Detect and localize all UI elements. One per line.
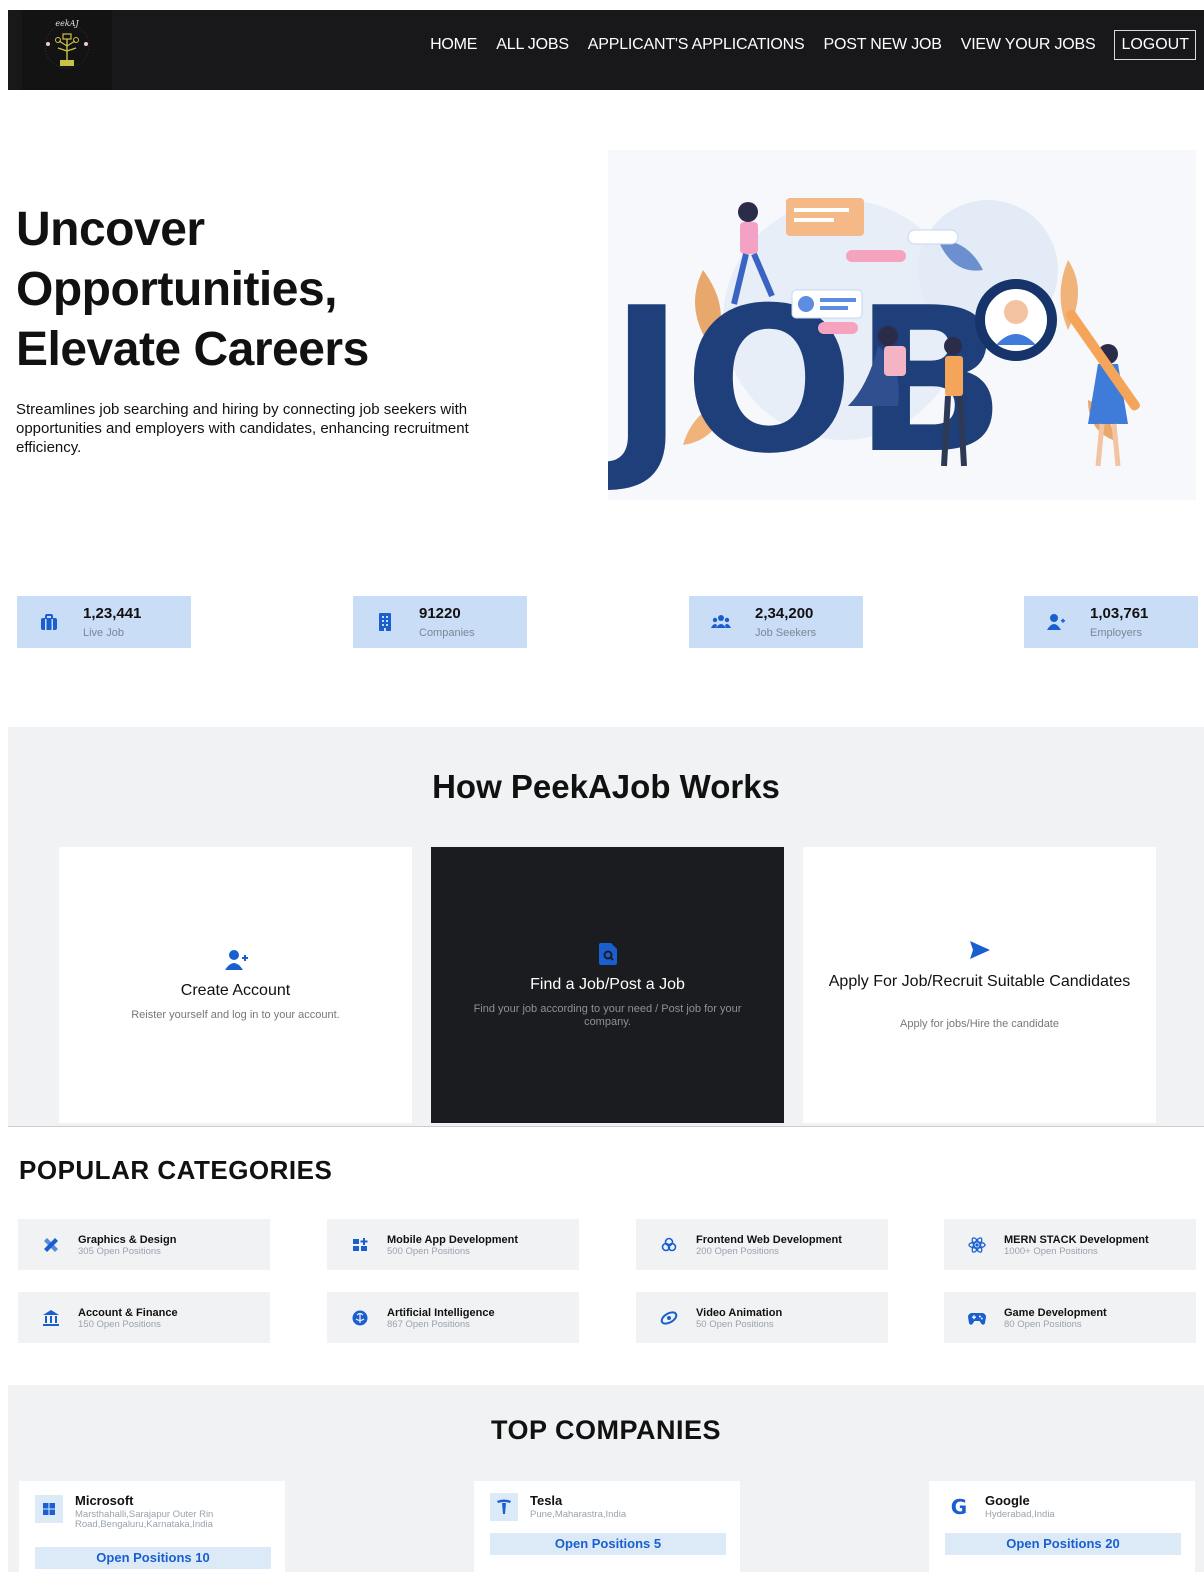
category-frontend-web[interactable]: Frontend Web Development 200 Open Positi… xyxy=(636,1219,888,1270)
category-game-development[interactable]: Game Development 80 Open Positions xyxy=(944,1292,1196,1343)
stat-value: 91220 xyxy=(419,605,461,622)
company-name: Microsoft xyxy=(75,1493,134,1508)
svg-text:eekAJ: eekAJ xyxy=(55,19,79,28)
company-location: Hyderabad,India xyxy=(985,1509,1055,1520)
company-card-google[interactable]: G Google Hyderabad,India Open Positions … xyxy=(929,1481,1195,1572)
nav-view-your-jobs[interactable]: VIEW YOUR JOBS xyxy=(961,36,1096,54)
company-card-tesla[interactable]: Tesla Pune,Maharastra,India Open Positio… xyxy=(474,1481,740,1572)
hero-title-line: Opportunities, xyxy=(16,263,337,316)
stat-label: Job Seekers xyxy=(755,627,817,639)
category-count: 150 Open Positions xyxy=(78,1319,161,1330)
stat-value: 1,03,761 xyxy=(1090,605,1149,622)
stat-employers: 1,03,761 Employers xyxy=(1024,596,1198,648)
stat-label: Live Job xyxy=(83,627,124,639)
stat-companies: 91220 Companies xyxy=(353,596,527,648)
microsoft-icon xyxy=(35,1495,63,1523)
category-count: 1000+ Open Positions xyxy=(1004,1246,1098,1257)
category-video-animation[interactable]: Video Animation 50 Open Positions xyxy=(636,1292,888,1343)
tesla-icon xyxy=(490,1493,518,1521)
navbar: eekAJ HOME ALL JOBS APPLICANT'S APPLICAT… xyxy=(8,10,1204,90)
hero-title-line: Elevate Careers xyxy=(16,323,369,376)
company-name: Tesla xyxy=(530,1493,563,1508)
pen-ruler-icon xyxy=(44,1238,58,1252)
stat-label: Employers xyxy=(1090,627,1142,639)
logo-icon: eekAJ xyxy=(44,19,90,69)
logout-button[interactable]: LOGOUT xyxy=(1114,30,1196,60)
nav-applicants-applications[interactable]: APPLICANT'S APPLICATIONS xyxy=(588,36,805,54)
category-account-finance[interactable]: Account & Finance 150 Open Positions xyxy=(18,1292,270,1343)
category-ai[interactable]: Artificial Intelligence 867 Open Positio… xyxy=(327,1292,579,1343)
user-plus-icon xyxy=(224,950,248,970)
category-count: 80 Open Positions xyxy=(1004,1319,1082,1330)
how-card-find-post-job[interactable]: Find a Job/Post a Job Find your job acco… xyxy=(431,847,784,1123)
company-card-microsoft[interactable]: Microsoft Marsthahalli,Sarajapur Outer R… xyxy=(19,1481,285,1572)
top-companies-section: TOP COMPANIES Microsoft Marsthahalli,Sar… xyxy=(8,1385,1204,1572)
category-name: MERN STACK Development xyxy=(1004,1234,1149,1246)
nav-post-new-job[interactable]: POST NEW JOB xyxy=(824,36,942,54)
card-description: Apply for jobs/Hire the candidate xyxy=(900,1018,1059,1030)
category-count: 867 Open Positions xyxy=(387,1319,470,1330)
category-count: 50 Open Positions xyxy=(696,1319,774,1330)
category-count: 305 Open Positions xyxy=(78,1246,161,1257)
card-title: Apply For Job/Recruit Suitable Candidate… xyxy=(828,973,1131,990)
nav-links: HOME ALL JOBS APPLICANT'S APPLICATIONS P… xyxy=(411,30,1196,60)
hero-description: Streamlines job searching and hiring by … xyxy=(16,401,469,456)
category-name: Graphics & Design xyxy=(78,1234,177,1246)
stat-job-seekers: 2,34,200 Job Seekers xyxy=(689,596,863,648)
nav-all-jobs[interactable]: ALL JOBS xyxy=(496,36,569,54)
building-icon xyxy=(379,613,391,631)
how-it-works-section: How PeekAJob Works Create Account Reiste… xyxy=(8,727,1204,1127)
how-card-create-account[interactable]: Create Account Reister yourself and log … xyxy=(59,847,412,1123)
how-card-apply-recruit[interactable]: Apply For Job/Recruit Suitable Candidate… xyxy=(803,847,1156,1123)
company-location: Marsthahalli,Sarajapur Outer Rin Road,Be… xyxy=(75,1509,214,1530)
logo[interactable]: eekAJ xyxy=(22,10,112,90)
open-positions-button[interactable]: Open Positions 5 xyxy=(490,1533,726,1555)
card-title: Find a Job/Post a Job xyxy=(530,976,685,993)
hero-title-line: Uncover xyxy=(16,203,205,256)
google-icon: G xyxy=(945,1493,973,1521)
hero-title: Uncover Opportunities, Elevate Careers xyxy=(16,200,369,380)
hero-illustration: JOB xyxy=(598,150,1196,500)
send-icon xyxy=(969,941,990,959)
category-count: 500 Open Positions xyxy=(387,1246,470,1257)
category-mern-stack[interactable]: MERN STACK Development 1000+ Open Positi… xyxy=(944,1219,1196,1270)
category-name: Frontend Web Development xyxy=(696,1234,842,1246)
category-mobile-app[interactable]: Mobile App Development 500 Open Position… xyxy=(327,1219,579,1270)
nav-home[interactable]: HOME xyxy=(430,36,477,54)
category-name: Game Development xyxy=(1004,1307,1107,1319)
stat-live-jobs: 1,23,441 Live Job xyxy=(17,596,191,648)
gamepad-icon xyxy=(968,1313,986,1325)
open-positions-button[interactable]: Open Positions 10 xyxy=(35,1547,271,1569)
react-icon xyxy=(968,1237,986,1253)
section-title: How PeekAJob Works xyxy=(432,768,780,805)
users-icon xyxy=(711,615,731,628)
category-name: Artificial Intelligence xyxy=(387,1307,495,1319)
category-count: 200 Open Positions xyxy=(696,1246,779,1257)
stat-value: 1,23,441 xyxy=(83,605,142,622)
apps-icon xyxy=(353,1238,368,1251)
categories-title: POPULAR CATEGORIES xyxy=(19,1155,333,1185)
stat-value: 2,34,200 xyxy=(755,605,814,622)
category-name: Video Animation xyxy=(696,1307,783,1319)
category-name: Account & Finance xyxy=(78,1307,178,1319)
bank-icon xyxy=(43,1310,59,1326)
webpack-icon xyxy=(661,1237,677,1252)
brain-icon xyxy=(352,1310,368,1326)
section-title: TOP COMPANIES xyxy=(490,1415,722,1445)
video-icon xyxy=(660,1311,678,1325)
file-search-icon xyxy=(598,943,617,965)
company-name: Google xyxy=(985,1493,1030,1508)
section-divider xyxy=(8,1126,1204,1127)
card-title: Create Account xyxy=(180,982,291,999)
card-description: Reister yourself and log in to your acco… xyxy=(131,1009,340,1021)
open-positions-button[interactable]: Open Positions 20 xyxy=(945,1533,1181,1555)
company-location: Pune,Maharastra,India xyxy=(530,1509,627,1520)
category-name: Mobile App Development xyxy=(387,1234,518,1246)
user-plus-icon xyxy=(1047,614,1065,630)
card-description: Find your job according to your need / P… xyxy=(473,1003,742,1028)
briefcase-icon xyxy=(41,614,57,630)
category-graphics-design[interactable]: Graphics & Design 305 Open Positions xyxy=(18,1219,270,1270)
stat-label: Companies xyxy=(419,627,475,639)
